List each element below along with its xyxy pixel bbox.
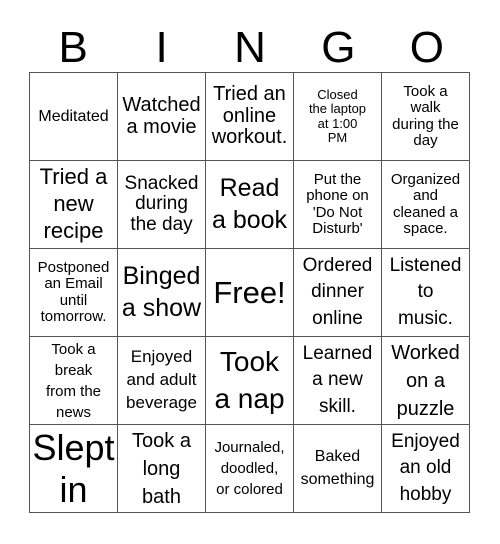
header-letter-n: N xyxy=(234,23,266,72)
bingo-cell[interactable]: Postponed an Email until tomorrow. xyxy=(30,249,118,337)
bingo-cell[interactable]: Worked on a puzzle xyxy=(382,337,470,425)
bingo-cell[interactable]: Tried an online workout. xyxy=(206,73,294,161)
bingo-cell[interactable]: Enjoyed an old hobby xyxy=(382,425,470,513)
bingo-cell[interactable]: Organized and cleaned a space. xyxy=(382,161,470,249)
header-letter-g: G xyxy=(321,23,356,72)
bingo-cell[interactable]: Tried a new recipe xyxy=(30,161,118,249)
header-letter-b: B xyxy=(58,23,88,72)
bingo-grid: Meditated Watched a movie Tried an onlin… xyxy=(29,72,470,513)
bingo-cell[interactable]: Meditated xyxy=(30,73,118,161)
bingo-cell[interactable]: Read a book xyxy=(206,161,294,249)
bingo-cell[interactable]: Closed the laptop at 1:00 PM xyxy=(294,73,382,161)
bingo-cell[interactable]: Took a long bath xyxy=(118,425,206,513)
bingo-cell[interactable]: Ordered dinner online xyxy=(294,249,382,337)
bingo-cell[interactable]: Baked something xyxy=(294,425,382,513)
bingo-cell[interactable]: Took a walk during the day xyxy=(382,73,470,161)
bingo-cell[interactable]: Slept in xyxy=(30,425,118,513)
bingo-cell[interactable]: Snacked during the day xyxy=(118,161,206,249)
bingo-cell[interactable]: Watched a movie xyxy=(118,73,206,161)
bingo-cell-free[interactable]: Free! xyxy=(206,249,294,337)
header-letter-o: O xyxy=(409,23,444,72)
bingo-cell[interactable]: Listened to music. xyxy=(382,249,470,337)
header-letter-i: I xyxy=(155,23,168,72)
bingo-cell[interactable]: Took a break from the news xyxy=(30,337,118,425)
bingo-cell[interactable]: Enjoyed and adult beverage xyxy=(118,337,206,425)
bingo-cell[interactable]: Binged a show xyxy=(118,249,206,337)
bingo-cell[interactable]: Took a nap xyxy=(206,337,294,425)
bingo-cell[interactable]: Journaled, doodled, or colored xyxy=(206,425,294,513)
bingo-cell[interactable]: Put the phone on 'Do Not Disturb' xyxy=(294,161,382,249)
bingo-header: B I N G O xyxy=(29,24,471,72)
bingo-cell[interactable]: Learned a new skill. xyxy=(294,337,382,425)
